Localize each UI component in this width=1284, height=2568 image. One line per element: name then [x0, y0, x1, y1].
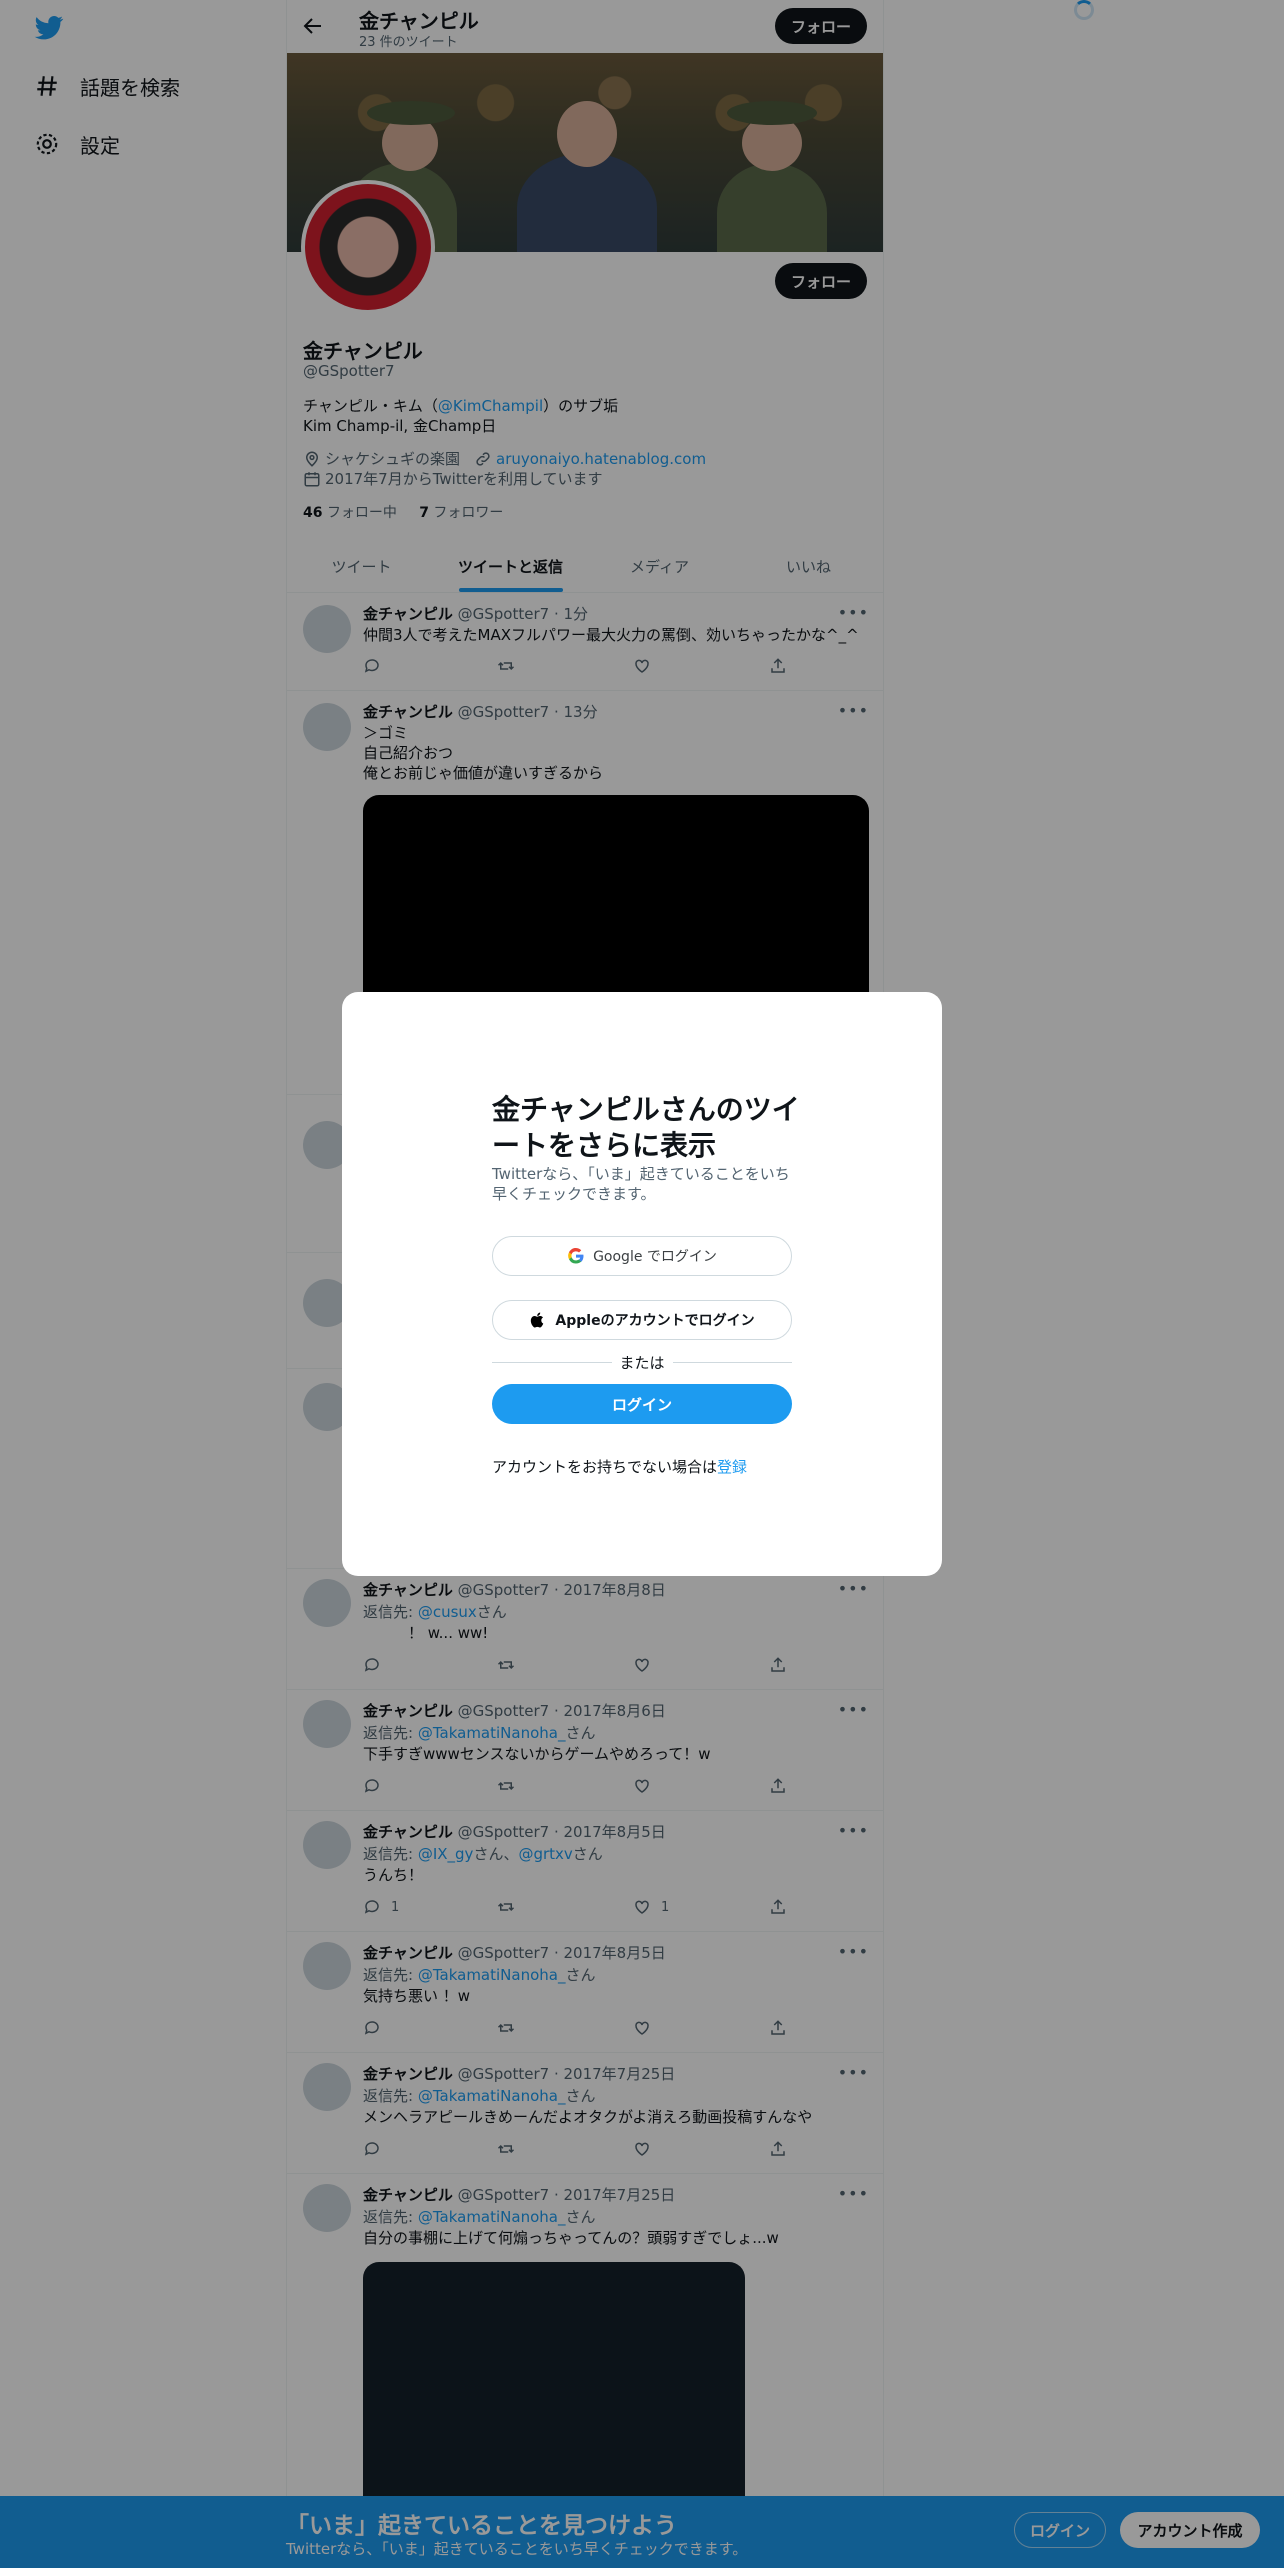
or-divider: または	[492, 1352, 792, 1373]
google-login-label: Google でログイン	[593, 1249, 717, 1265]
signup-link[interactable]: 登録	[717, 1458, 747, 1476]
bottom-signup-bar: 「いま」起きていることを見つけよう Twitterなら、「いま」起きていることを…	[0, 2496, 1284, 2568]
bottom-login-button[interactable]: ログイン	[1014, 2512, 1106, 2548]
google-icon	[568, 1247, 584, 1264]
bottom-signup-button[interactable]: アカウント作成	[1120, 2512, 1260, 2548]
modal-subtitle: Twitterなら、「いま」起きていることをいち早くチェックできます。	[492, 1165, 790, 1203]
modal-title: 金チャンピルさんのツイートをさらに表示	[492, 1093, 800, 1162]
bottom-bar-title: 「いま」起きていることを見つけよう	[286, 2513, 677, 2539]
apple-login-label: Appleのアカウントでログイン	[555, 1313, 755, 1329]
bottom-bar-subtitle: Twitterなら、「いま」起きていることをいち早くチェックできます。	[286, 2540, 748, 2558]
apple-login-button[interactable]: Appleのアカウントでログイン	[492, 1300, 792, 1340]
google-login-button[interactable]: Google でログイン	[492, 1236, 792, 1276]
login-prompt-modal: 金チャンピルさんのツイートをさらに表示 Twitterなら、「いま」起きているこ…	[342, 992, 942, 1576]
modal-login-button[interactable]: ログイン	[492, 1384, 792, 1424]
modal-signup-row: アカウントをお持ちでない場合は登録	[492, 1458, 748, 1476]
apple-icon	[531, 1312, 544, 1328]
